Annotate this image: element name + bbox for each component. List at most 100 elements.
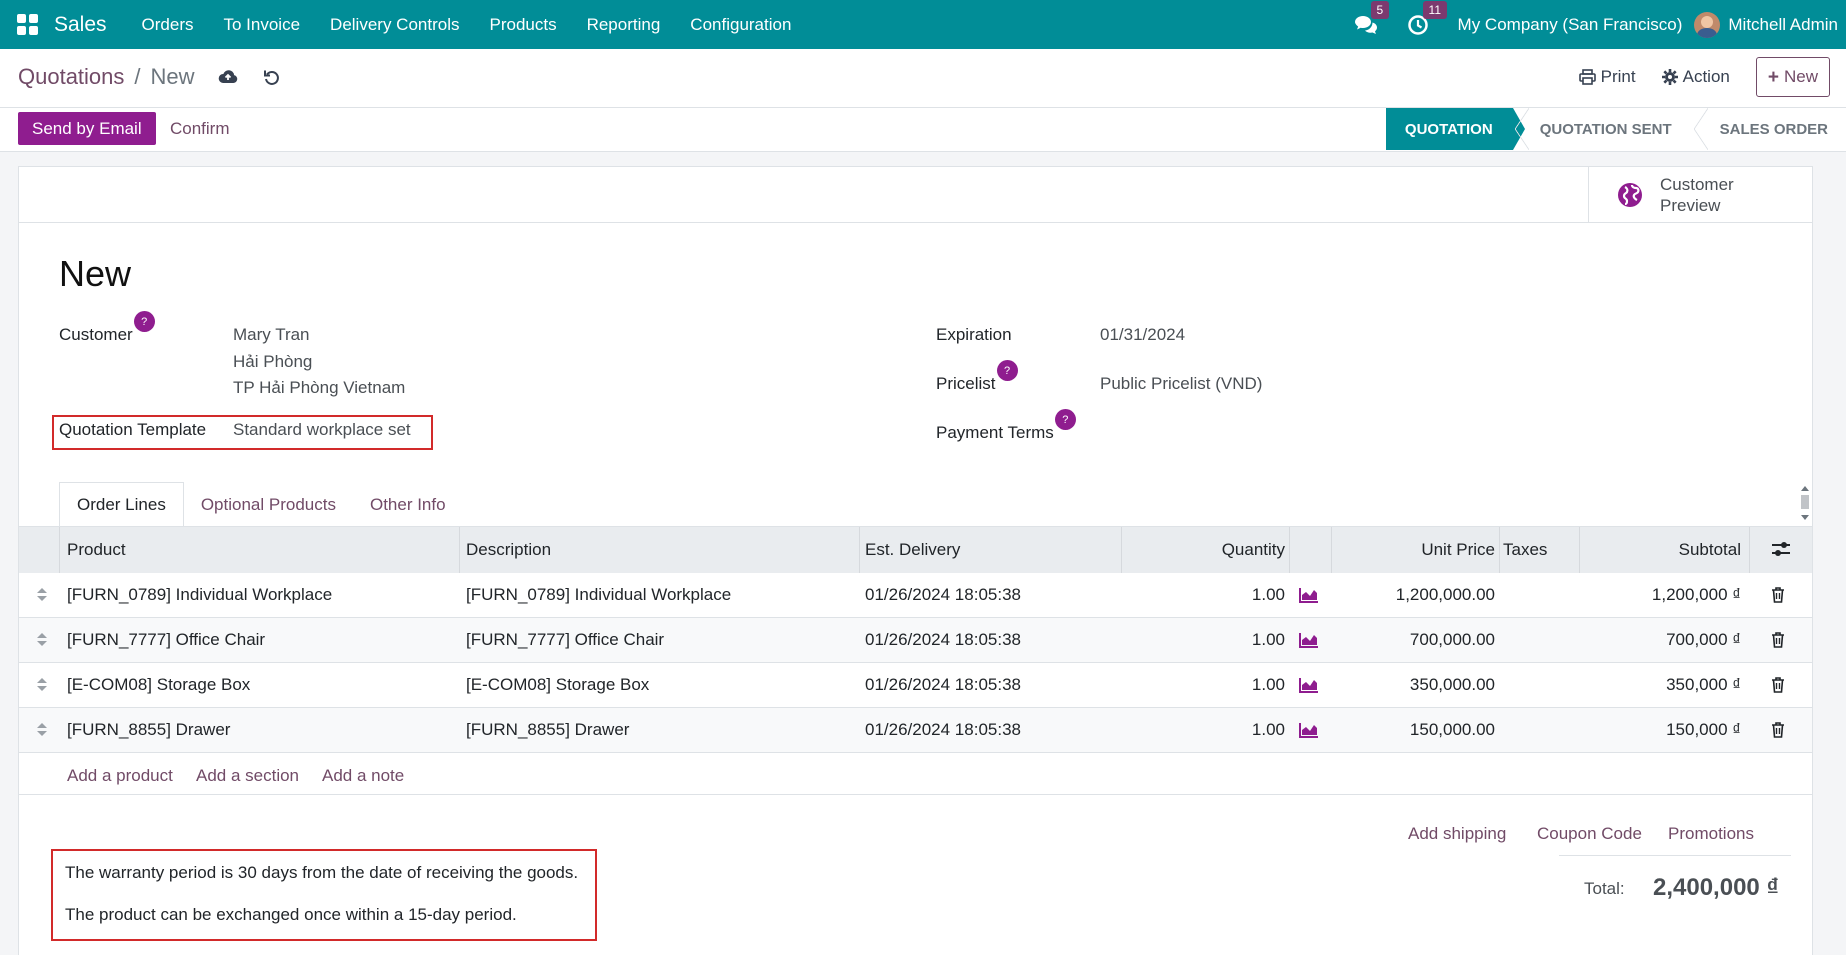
column-separator [459,527,460,573]
user-avatar[interactable] [1694,11,1721,38]
row-product[interactable]: [FURN_0789] Individual Workplace [67,585,332,605]
row-product[interactable]: [FURN_7777] Office Chair [67,630,265,650]
trash-icon[interactable] [1771,587,1785,603]
row-unit-price[interactable]: 700,000.00 [1339,630,1495,650]
row-quantity[interactable]: 1.00 [1129,720,1285,740]
tab-optional-products[interactable]: Optional Products [184,482,353,527]
menu-products[interactable]: Products [489,15,556,35]
row-unit-price[interactable]: 350,000.00 [1339,675,1495,695]
discard-undo-icon[interactable] [261,66,283,88]
row-description[interactable]: [FURN_0789] Individual Workplace [466,585,731,605]
form-sheet: Customer Preview New Customer? Mary Tran… [18,166,1813,955]
add-shipping-button[interactable]: Add shipping [1408,824,1506,844]
pricelist-help-icon[interactable]: ? [996,360,1018,381]
column-separator [59,527,60,573]
coupon-code-button[interactable]: Coupon Code [1537,824,1642,844]
row-quantity[interactable]: 1.00 [1129,675,1285,695]
tab-other-info[interactable]: Other Info [353,482,463,527]
stage-quotation-sent[interactable]: QUOTATION SENT [1513,108,1692,150]
row-unit-price[interactable]: 150,000.00 [1339,720,1495,740]
row-description[interactable]: [FURN_8855] Drawer [466,720,629,740]
activities-button[interactable]: 11 [1406,0,1448,37]
new-label: New [1783,67,1818,86]
header-product[interactable]: Product [67,540,126,560]
table-row[interactable]: [E-COM08] Storage Box [E-COM08] Storage … [19,663,1812,708]
row-delivery[interactable]: 01/26/2024 18:05:38 [865,675,1021,695]
customer-help-icon[interactable]: ? [133,311,155,332]
stage-quotation[interactable]: QUOTATION [1385,108,1525,150]
row-quantity[interactable]: 1.00 [1129,630,1285,650]
messages-button[interactable]: 5 [1354,0,1390,37]
payment-terms-help-icon[interactable]: ? [1054,409,1076,430]
drag-handle-icon[interactable] [37,678,47,692]
row-quantity[interactable]: 1.00 [1129,585,1285,605]
quotation-template-field[interactable]: Standard workplace set [233,420,411,440]
breadcrumb-quotations[interactable]: Quotations [18,64,124,90]
header-unit-price[interactable]: Unit Price [1339,540,1495,560]
row-delivery[interactable]: 01/26/2024 18:05:38 [865,585,1021,605]
print-button[interactable]: Print [1578,67,1636,87]
customer-preview-button[interactable]: Customer Preview [1588,167,1812,223]
row-description[interactable]: [E-COM08] Storage Box [466,675,649,695]
menu-configuration[interactable]: Configuration [690,15,791,35]
menu-to-invoice[interactable]: To Invoice [224,15,301,35]
pricelist-field[interactable]: Public Pricelist (VND) [1100,374,1262,394]
column-separator [1749,527,1750,573]
app-name[interactable]: Sales [54,13,107,37]
table-scrollbar[interactable] [1798,483,1812,523]
add-product-link[interactable]: Add a product [67,766,173,786]
table-header: Product Description Est. Delivery Quanti… [19,527,1812,573]
expiration-field[interactable]: 01/31/2024 [1100,325,1185,345]
table-row[interactable]: [FURN_0789] Individual Workplace [FURN_0… [19,573,1812,618]
row-product[interactable]: [FURN_8855] Drawer [67,720,230,740]
row-delivery[interactable]: 01/26/2024 18:05:38 [865,720,1021,740]
terms-note-line2[interactable]: The product can be exchanged once within… [65,905,517,925]
new-record-button[interactable]: + New [1755,57,1830,97]
stage-sales-order[interactable]: SALES ORDER [1692,108,1846,150]
send-by-email-button[interactable]: Send by Email [18,112,156,145]
header-subtotal[interactable]: Subtotal [1589,540,1741,560]
company-switcher[interactable]: My Company (San Francisco) [1458,15,1683,35]
save-cloud-icon[interactable] [217,66,239,88]
header-taxes[interactable]: Taxes [1503,540,1547,560]
header-quantity[interactable]: Quantity [1129,540,1285,560]
forecast-chart-icon[interactable] [1299,677,1319,693]
row-subtotal: 150,000 ₫ [1666,720,1741,739]
column-separator [859,527,860,573]
apps-menu-icon[interactable] [17,13,39,36]
forecast-chart-icon[interactable] [1299,587,1319,603]
activities-count-badge: 11 [1422,0,1448,19]
add-section-link[interactable]: Add a section [196,766,299,786]
menu-orders[interactable]: Orders [142,15,194,35]
table-row[interactable]: [FURN_7777] Office Chair [FURN_7777] Off… [19,618,1812,663]
header-description[interactable]: Description [466,540,551,560]
trash-icon[interactable] [1771,677,1785,693]
row-unit-price[interactable]: 1,200,000.00 [1339,585,1495,605]
add-note-link[interactable]: Add a note [322,766,404,786]
forecast-chart-icon[interactable] [1299,722,1319,738]
customer-label-text: Customer [59,325,133,344]
promotions-button[interactable]: Promotions [1668,824,1754,844]
terms-note-line1[interactable]: The warranty period is 30 days from the … [65,863,578,883]
drag-handle-icon[interactable] [37,633,47,647]
action-button[interactable]: Action [1661,67,1730,87]
row-product[interactable]: [E-COM08] Storage Box [67,675,250,695]
menu-delivery-controls[interactable]: Delivery Controls [330,15,459,35]
drag-handle-icon[interactable] [37,588,47,602]
forecast-chart-icon[interactable] [1299,632,1319,648]
tab-order-lines[interactable]: Order Lines [59,482,184,527]
optional-columns-icon[interactable] [1771,540,1791,558]
drag-handle-icon[interactable] [37,723,47,737]
menu-reporting[interactable]: Reporting [587,15,661,35]
trash-icon[interactable] [1771,722,1785,738]
trash-icon[interactable] [1771,632,1785,648]
user-menu[interactable]: Mitchell Admin [1728,15,1838,35]
customer-address-line1: Hải Phòng [233,352,313,371]
header-est-delivery[interactable]: Est. Delivery [865,540,960,560]
table-row[interactable]: [FURN_8855] Drawer [FURN_8855] Drawer 01… [19,708,1812,753]
customer-name[interactable]: Mary Tran [233,325,310,345]
row-delivery[interactable]: 01/26/2024 18:05:38 [865,630,1021,650]
row-description[interactable]: [FURN_7777] Office Chair [466,630,664,650]
totals-divider [1559,855,1791,856]
confirm-button[interactable]: Confirm [170,112,230,145]
